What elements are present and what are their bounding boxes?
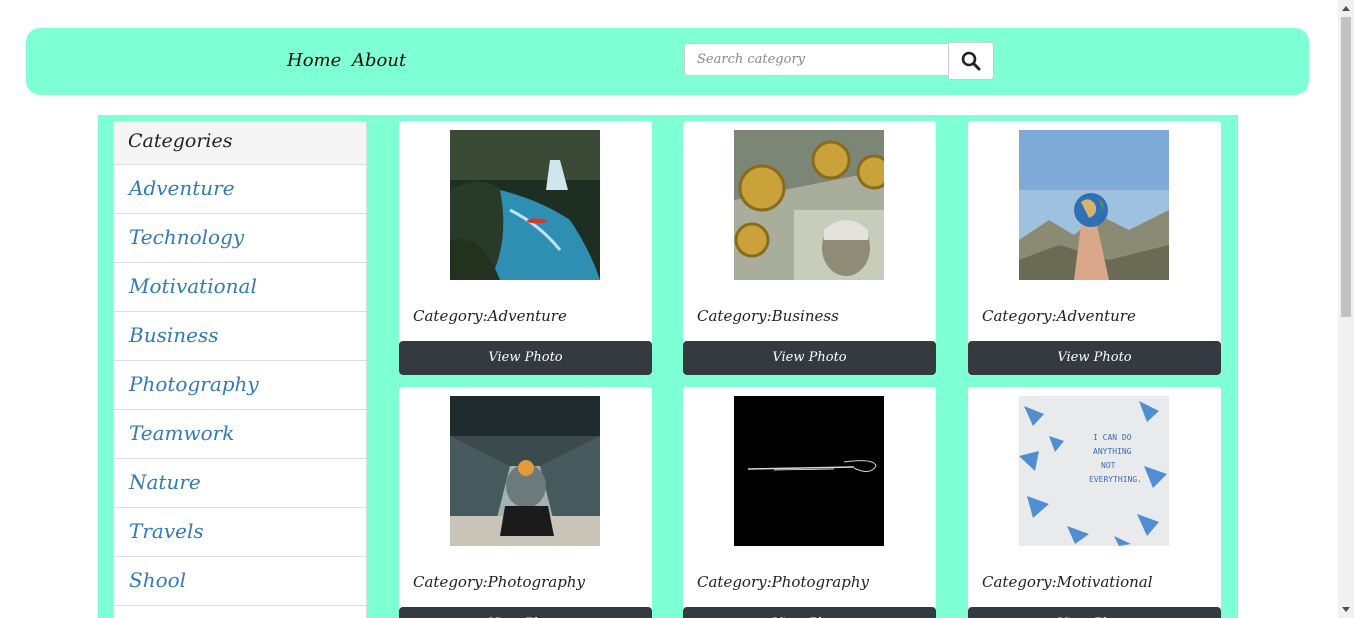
photo-card: Category:Adventure View Photo: [399, 121, 652, 375]
sidebar-item-motivational[interactable]: Motivational: [114, 263, 366, 312]
svg-text:EVERYTHING.: EVERYTHING.: [1089, 475, 1142, 484]
view-photo-button[interactable]: View Photo: [968, 607, 1221, 618]
bitcoin-dollars-image: [734, 130, 884, 280]
photo-card: I CAN DO ANYTHING NOT EVERYTHING. Catego…: [968, 387, 1221, 618]
photo-card: Category:Business View Photo: [683, 121, 936, 375]
sidebar-item-adventure[interactable]: Adventure: [114, 165, 366, 214]
can-do-anything-note-image: I CAN DO ANYTHING NOT EVERYTHING.: [1019, 396, 1169, 546]
card-category: Category:Photography: [413, 573, 585, 591]
card-category: Category:Photography: [697, 573, 869, 591]
sidebar-heading: Categories: [114, 122, 366, 165]
view-photo-button[interactable]: View Photo: [683, 607, 936, 618]
sidebar-item-photography[interactable]: Photography: [114, 361, 366, 410]
dark-lightstreak-image: [734, 396, 884, 546]
search-icon: [961, 51, 981, 71]
view-photo-button[interactable]: View Photo: [399, 341, 652, 375]
nav-about-link[interactable]: About: [352, 50, 406, 71]
svg-text:ANYTHING: ANYTHING: [1093, 447, 1132, 456]
sidebar-item-teamwork[interactable]: Teamwork: [114, 410, 366, 459]
waterfall-kayak-image: [450, 130, 600, 280]
sidebar-item-nature[interactable]: Nature: [114, 459, 366, 508]
category-sidebar: Categories Adventure Technology Motivati…: [113, 121, 367, 618]
view-photo-button[interactable]: View Photo: [683, 341, 936, 375]
hand-globe-image: [1019, 130, 1169, 280]
card-category: Category:Adventure: [982, 307, 1136, 325]
scroll-thumb[interactable]: [1341, 17, 1351, 317]
search-button[interactable]: [948, 42, 994, 80]
sidebar-item-technology[interactable]: Technology: [114, 214, 366, 263]
main-container: Categories Adventure Technology Motivati…: [98, 115, 1238, 618]
search-input[interactable]: [684, 43, 949, 76]
page-scrollbar[interactable]: [1338, 0, 1354, 618]
scroll-down-icon[interactable]: [1338, 602, 1354, 618]
card-category: Category:Business: [697, 307, 839, 325]
escalator-person-image: [450, 396, 600, 546]
svg-text:I CAN DO: I CAN DO: [1093, 433, 1132, 442]
photo-card: Category:Photography View Photo: [683, 387, 936, 618]
card-category: Category:Adventure: [413, 307, 567, 325]
view-photo-button[interactable]: View Photo: [968, 341, 1221, 375]
sidebar-item-shool[interactable]: Shool: [114, 557, 366, 606]
top-navbar: Home About: [26, 28, 1309, 95]
sidebar-item-business[interactable]: Business: [114, 312, 366, 361]
sidebar-item-travels[interactable]: Travels: [114, 508, 366, 557]
card-category: Category:Motivational: [982, 573, 1153, 591]
scroll-up-icon[interactable]: [1338, 0, 1354, 16]
photo-card: Category:Adventure View Photo: [968, 121, 1221, 375]
view-photo-button[interactable]: View Photo: [399, 607, 652, 618]
photo-card: Category:Photography View Photo: [399, 387, 652, 618]
nav-home-link[interactable]: Home: [287, 50, 341, 71]
svg-text:NOT: NOT: [1101, 461, 1116, 470]
